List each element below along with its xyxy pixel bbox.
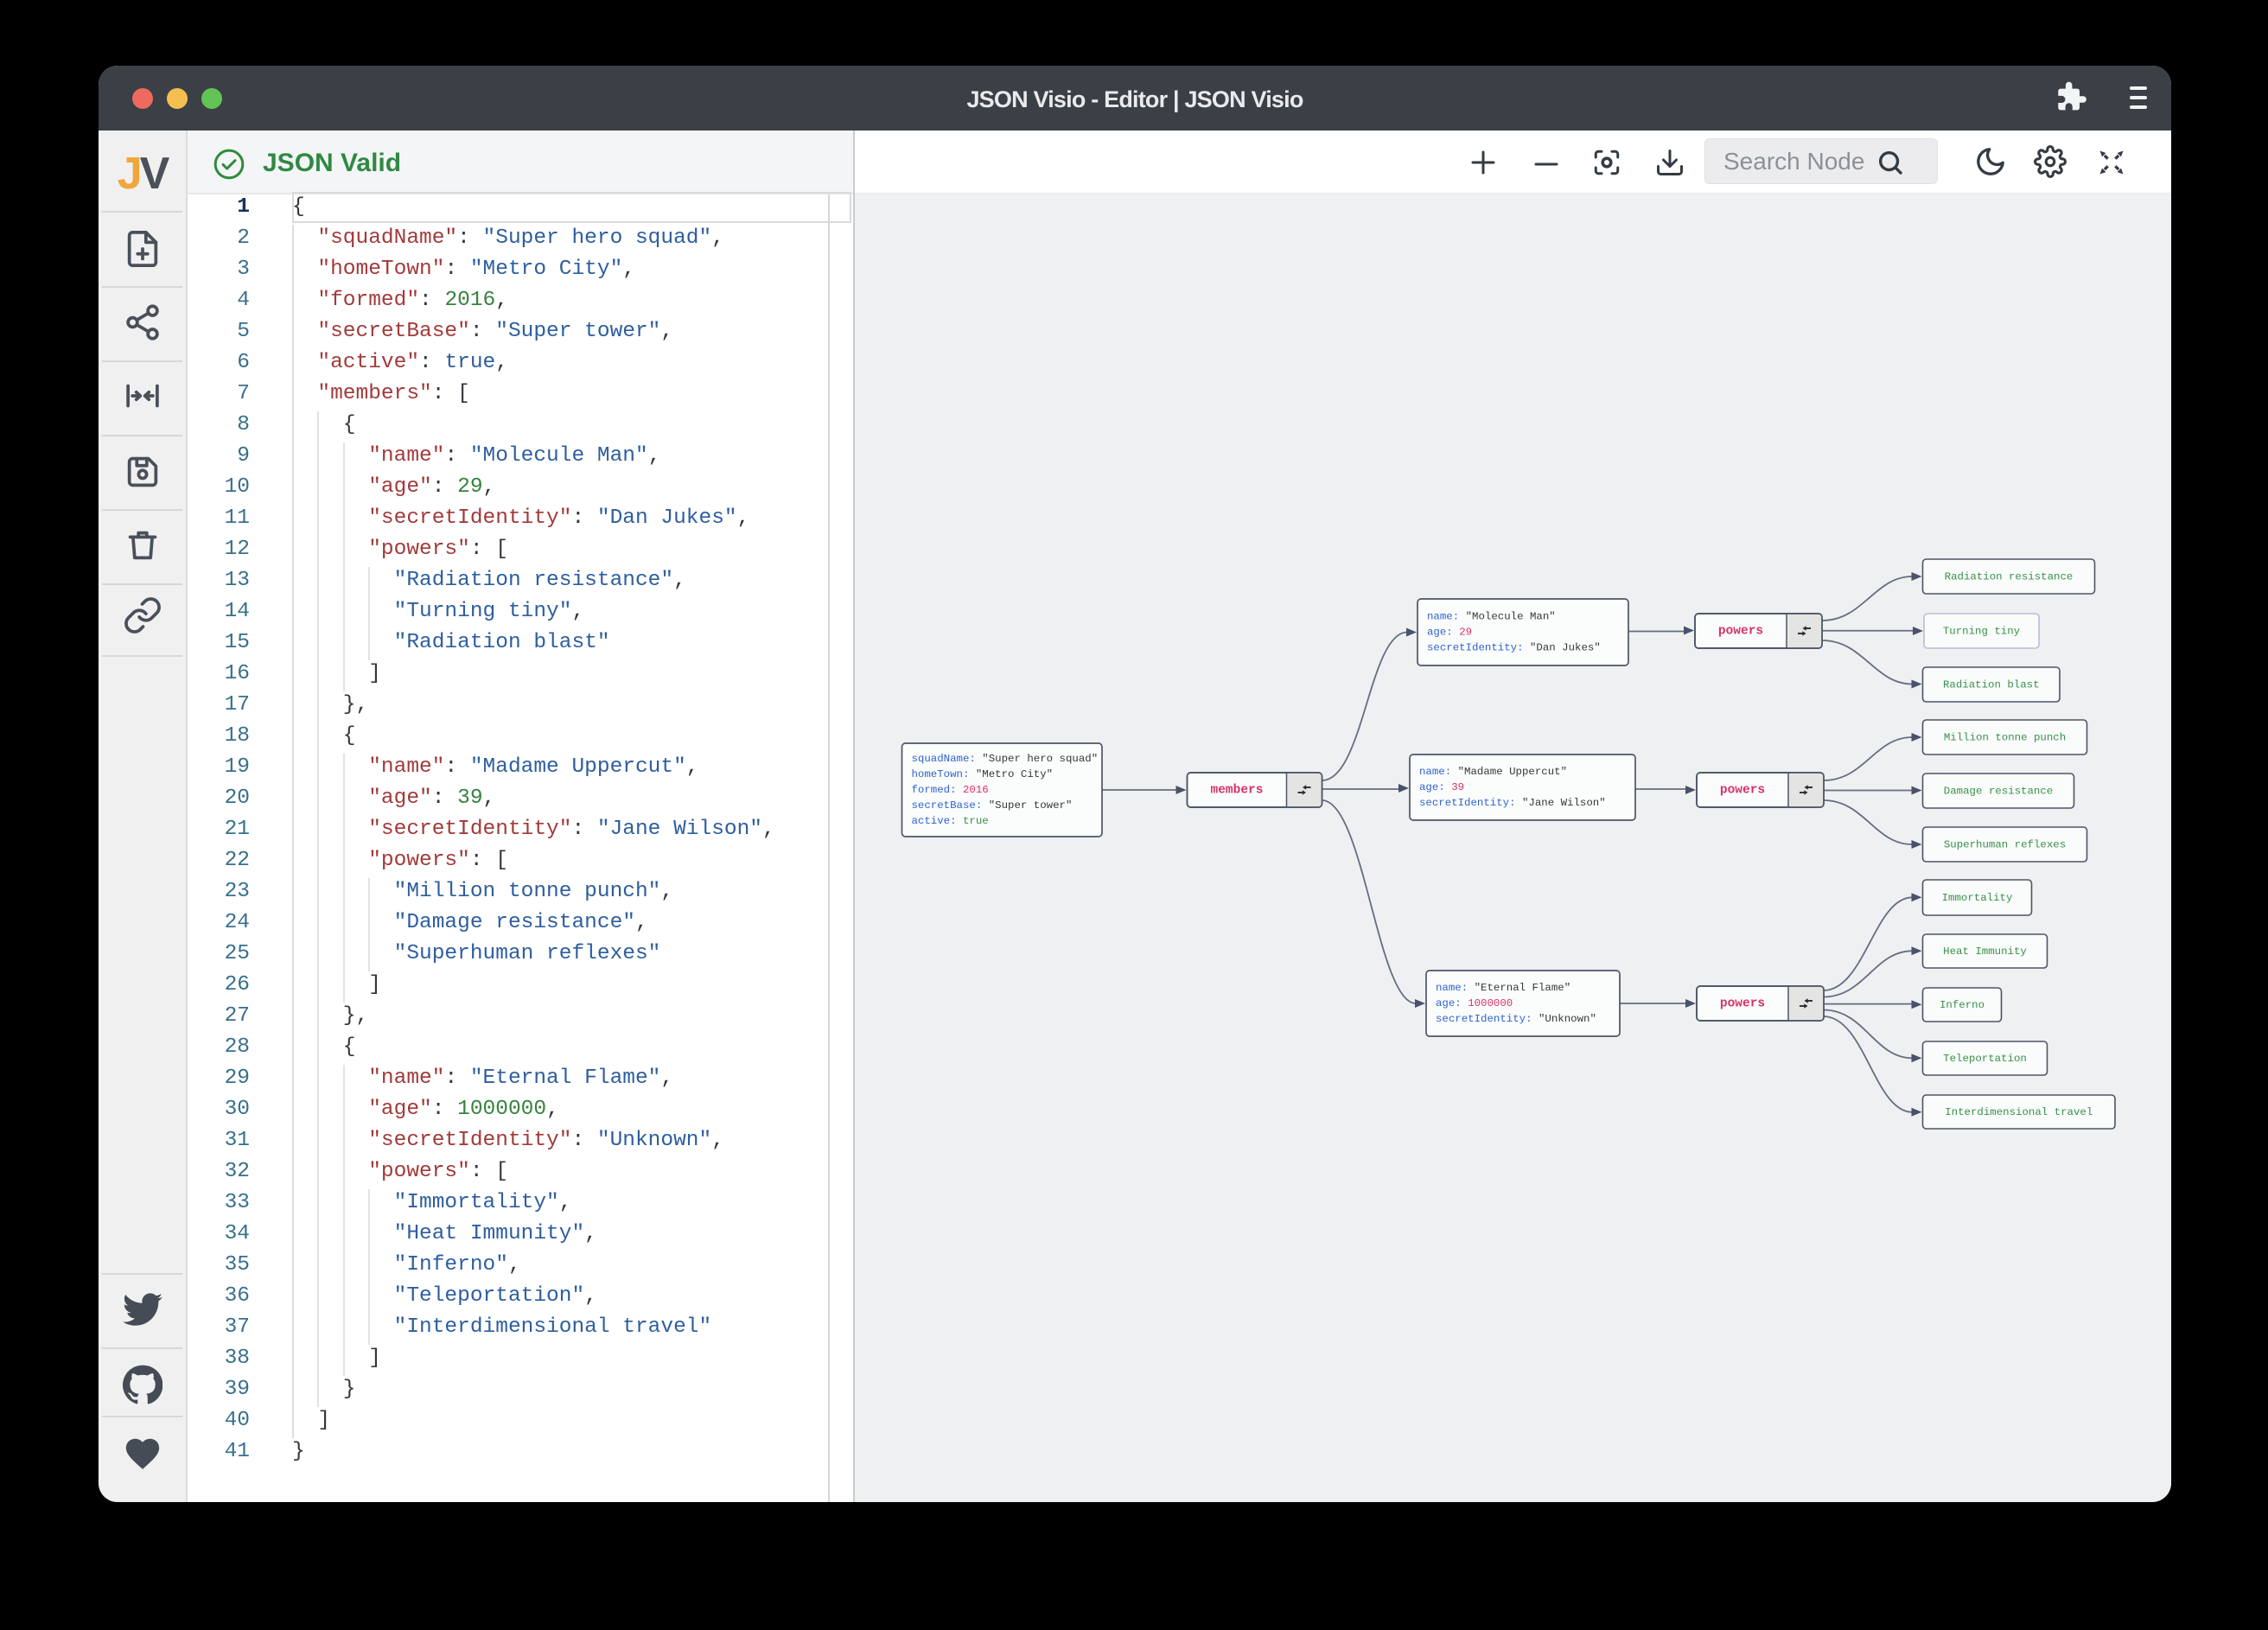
svg-text:Radiation blast: Radiation blast [1943, 679, 2040, 691]
svg-text:formed: 2016: formed: 2016 [912, 784, 989, 796]
svg-text:members: members [1211, 784, 1264, 798]
svg-text:powers: powers [1720, 784, 1765, 798]
svg-text:Radiation resistance: Radiation resistance [1945, 571, 2074, 583]
svg-text:secretBase: "Super tower": secretBase: "Super tower" [912, 799, 1073, 812]
svg-text:name: "Molecule Man": name: "Molecule Man" [1427, 611, 1556, 623]
svg-text:secretIdentity: "Unknown": secretIdentity: "Unknown" [1436, 1013, 1596, 1025]
svg-text:Inferno: Inferno [1940, 999, 1984, 1011]
svg-text:secretIdentity: "Jane Wilson": secretIdentity: "Jane Wilson" [1419, 797, 1606, 809]
svg-text:Interdimensional travel: Interdimensional travel [1945, 1106, 2093, 1118]
svg-text:Teleportation: Teleportation [1943, 1053, 2027, 1065]
svg-text:Superhuman reflexes: Superhuman reflexes [1944, 839, 2066, 851]
svg-text:age: 29: age: 29 [1427, 627, 1472, 639]
svg-text:name: "Madame Uppercut": name: "Madame Uppercut" [1419, 766, 1567, 778]
svg-text:name: "Eternal Flame": name: "Eternal Flame" [1436, 982, 1570, 994]
svg-text:age: 1000000: age: 1000000 [1436, 997, 1513, 1009]
svg-text:Heat Immunity: Heat Immunity [1943, 946, 2027, 958]
svg-text:powers: powers [1718, 625, 1763, 639]
svg-text:powers: powers [1720, 997, 1765, 1011]
svg-text:secretIdentity: "Dan Jukes": secretIdentity: "Dan Jukes" [1427, 642, 1601, 654]
svg-text:age: 39: age: 39 [1419, 781, 1464, 793]
svg-text:homeTown: "Metro City": homeTown: "Metro City" [912, 768, 1054, 780]
svg-text:Damage resistance: Damage resistance [1944, 786, 2053, 798]
svg-text:Million tonne punch: Million tonne punch [1944, 732, 2066, 744]
svg-text:Turning tiny: Turning tiny [1943, 626, 2021, 638]
svg-text:Immortality: Immortality [1942, 892, 2013, 904]
svg-text:squadName: "Super hero squad": squadName: "Super hero squad" [912, 753, 1099, 765]
svg-text:active: true: active: true [912, 815, 989, 827]
